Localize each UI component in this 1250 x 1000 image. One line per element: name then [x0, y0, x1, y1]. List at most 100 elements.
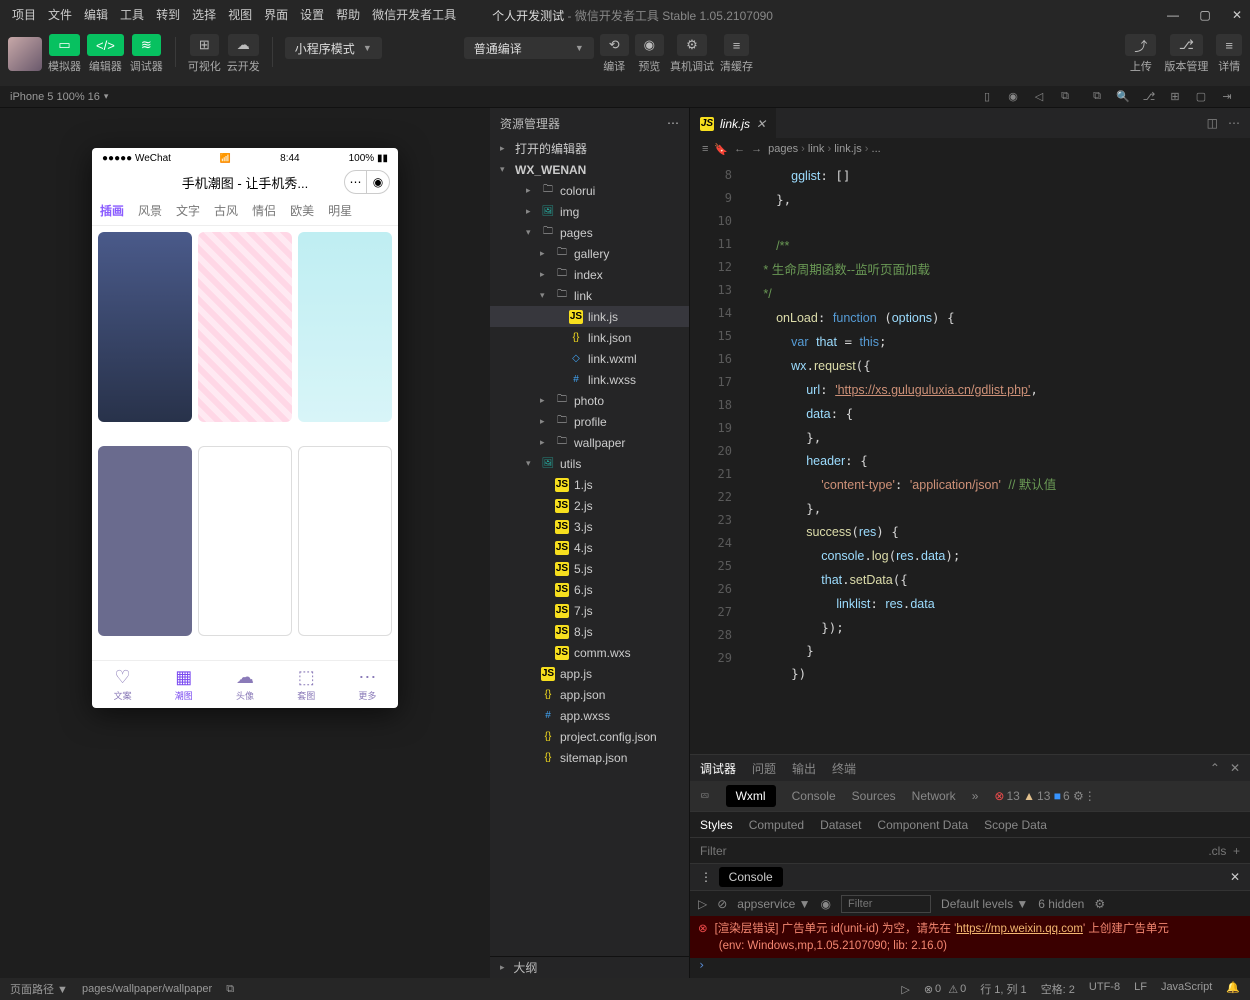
device-select[interactable]: iPhone 5 100% 16	[10, 91, 100, 103]
arrow-icon[interactable]: ⇥	[1218, 90, 1236, 103]
clear-icon[interactable]: ▷	[698, 897, 707, 911]
remote-debug-button[interactable]: ⚙	[677, 34, 707, 56]
window-close[interactable]: ✕	[1230, 8, 1244, 22]
styles-tab[interactable]: Styles	[700, 818, 733, 832]
split-icon[interactable]: ◫	[1207, 116, 1218, 130]
window-maximize[interactable]: ▢	[1198, 8, 1212, 22]
devtools-tab[interactable]: 输出	[792, 760, 816, 777]
tree-item[interactable]: ▸🗀profile	[490, 411, 689, 432]
menu-item[interactable]: 工具	[114, 8, 150, 22]
editor-button[interactable]: </>	[87, 34, 124, 56]
wallpaper-thumb[interactable]	[198, 232, 292, 422]
error-link[interactable]: https://mp.weixin.qq.com	[956, 923, 1083, 935]
tree-item[interactable]: #app.wxss	[490, 705, 689, 726]
simulator-button[interactable]: ▭	[49, 34, 79, 56]
tree-item[interactable]: {}app.json	[490, 684, 689, 705]
category-tab[interactable]: 欧美	[290, 202, 314, 219]
editor-tab[interactable]: JS link.js ✕	[690, 108, 776, 138]
box-icon[interactable]: ▢	[1192, 90, 1210, 103]
wallpaper-thumb[interactable]	[298, 232, 392, 422]
nav-item[interactable]: ⬚套图	[276, 661, 337, 708]
category-tab[interactable]: 插画	[100, 202, 124, 219]
tree-item[interactable]: ▸🗀gallery	[490, 243, 689, 264]
menu-item[interactable]: 文件	[42, 8, 78, 22]
tree-item[interactable]: ▸🗀photo	[490, 390, 689, 411]
tree-item[interactable]: ▸🗀index	[490, 264, 689, 285]
menu-item[interactable]: 帮助	[330, 8, 366, 22]
tree-item[interactable]: JS4.js	[490, 537, 689, 558]
compdata-tab[interactable]: Component Data	[877, 818, 968, 832]
tree-item[interactable]: ◇link.wxml	[490, 348, 689, 369]
network-tab[interactable]: Network	[912, 789, 956, 803]
files-icon[interactable]: ⧉	[1088, 90, 1106, 103]
styles-filter[interactable]: Filter	[700, 844, 727, 858]
menu-item[interactable]: 微信开发者工具	[366, 8, 462, 22]
mute-icon[interactable]: ◁	[1030, 90, 1048, 103]
capsule-close[interactable]: ◉	[367, 171, 389, 193]
tree-item[interactable]: {}link.json	[490, 327, 689, 348]
bell-icon[interactable]: 🔔	[1226, 981, 1240, 997]
console-tab[interactable]: Console	[792, 789, 836, 803]
console-prompt[interactable]: ›	[690, 958, 1250, 978]
window-minimize[interactable]: —	[1166, 8, 1180, 22]
close-tab-icon[interactable]: ✕	[756, 117, 766, 131]
hidden-count[interactable]: 6 hidden	[1038, 897, 1084, 911]
menu-item[interactable]: 转到	[150, 8, 186, 22]
breadcrumb[interactable]: ≡🔖←→ pages › link › link.js › ...	[690, 138, 1250, 160]
visual-button[interactable]: ⊞	[190, 34, 219, 56]
console-filter[interactable]	[841, 895, 931, 913]
cloud-button[interactable]: ☁	[228, 34, 259, 56]
dataset-tab[interactable]: Dataset	[820, 818, 861, 832]
notif-icon[interactable]: ▷	[901, 983, 909, 996]
debugger-button[interactable]: ≋	[132, 34, 161, 56]
menu-item[interactable]: 界面	[258, 8, 294, 22]
menu-item[interactable]: 视图	[222, 8, 258, 22]
tree-item[interactable]: JS3.js	[490, 516, 689, 537]
nav-item[interactable]: ⋯更多	[337, 661, 398, 708]
tree-item[interactable]: {}project.config.json	[490, 726, 689, 747]
category-tab[interactable]: 文字	[176, 202, 200, 219]
tree-item[interactable]: ▸🗀wallpaper	[490, 432, 689, 453]
clear-cache-button[interactable]: ≡	[724, 34, 750, 56]
computed-tab[interactable]: Computed	[749, 818, 804, 832]
version-button[interactable]: ⎇	[1170, 34, 1203, 56]
expand-icon[interactable]: »	[972, 789, 979, 803]
levels-select[interactable]: Default levels ▼	[941, 897, 1028, 911]
tree-item[interactable]: #link.wxss	[490, 369, 689, 390]
branch-icon[interactable]: ⎇	[1140, 90, 1158, 103]
category-tab[interactable]: 情侣	[252, 202, 276, 219]
outline-section[interactable]: ▸ 大纲	[490, 956, 689, 978]
user-avatar[interactable]	[8, 37, 42, 71]
device-icon[interactable]: ▯	[978, 90, 996, 103]
indent[interactable]: 空格: 2	[1041, 981, 1075, 997]
category-tab[interactable]: 古风	[214, 202, 238, 219]
nav-item[interactable]: ☁头像	[214, 661, 275, 708]
gear-icon[interactable]: ⚙	[1094, 897, 1105, 911]
language[interactable]: JavaScript	[1161, 981, 1212, 997]
nav-item[interactable]: ▦潮图	[153, 661, 214, 708]
open-editors[interactable]: ▸打开的编辑器	[490, 138, 689, 159]
wallpaper-thumb[interactable]	[98, 446, 192, 636]
preview-button[interactable]: ◉	[635, 34, 664, 56]
tree-item[interactable]: ▸🗀colorui	[490, 180, 689, 201]
explorer-more-icon[interactable]: ⋯	[667, 116, 679, 130]
grid-icon[interactable]: ⊞	[1166, 90, 1184, 103]
tree-item[interactable]: JScomm.wxs	[490, 642, 689, 663]
encoding[interactable]: UTF-8	[1089, 981, 1120, 997]
devtools-tab[interactable]: 调试器	[700, 760, 736, 777]
tree-item[interactable]: JSlink.js	[490, 306, 689, 327]
search-icon[interactable]: 🔍	[1114, 90, 1132, 103]
wallpaper-thumb[interactable]	[98, 232, 192, 422]
upload-button[interactable]: ⤴	[1125, 34, 1156, 56]
collapse-icon[interactable]: ⌃	[1210, 761, 1220, 775]
tree-item[interactable]: ▾🖼utils	[490, 453, 689, 474]
record-icon[interactable]: ◉	[1004, 90, 1022, 103]
tree-item[interactable]: JS7.js	[490, 600, 689, 621]
tree-item[interactable]: JS1.js	[490, 474, 689, 495]
more-icon[interactable]: ⋯	[1228, 116, 1240, 130]
devtools-tab[interactable]: 问题	[752, 760, 776, 777]
close-icon[interactable]: ✕	[1230, 870, 1240, 884]
tree-item[interactable]: JSapp.js	[490, 663, 689, 684]
compile-select[interactable]: 普通编译▼	[464, 37, 594, 59]
copy-icon[interactable]: ⧉	[226, 983, 234, 996]
